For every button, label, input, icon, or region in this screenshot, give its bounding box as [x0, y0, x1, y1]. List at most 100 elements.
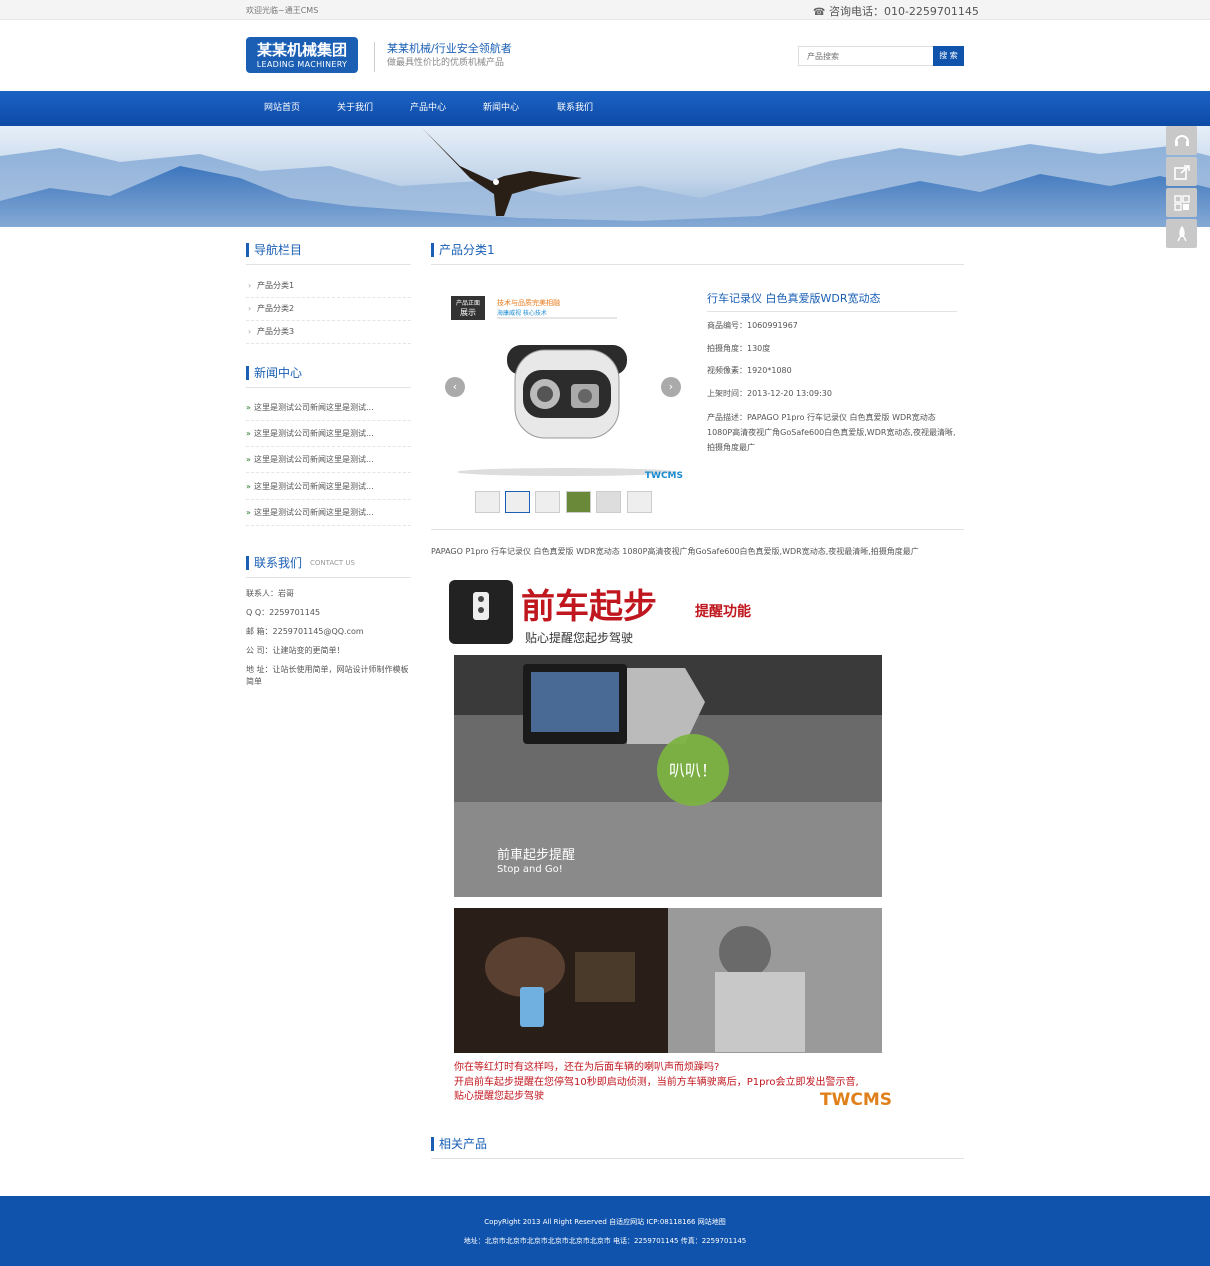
category-label: 产品分类1	[257, 281, 295, 290]
news-item[interactable]: » 这里是测试公司新闻这里是测试...	[246, 395, 411, 421]
nav-item-home[interactable]: 网站首页	[264, 91, 300, 126]
contact-address: 地 址：让站长使用简单，网站设计师制作模板简单	[246, 665, 409, 686]
header: 某某机械集团 LEADING MACHINERY 某某机械/行业安全领航者 做最…	[0, 20, 1210, 91]
sidebar-item-category3[interactable]: › 产品分类3	[246, 320, 411, 344]
top-bar: 欢迎光临~通王CMS ☎ 咨询电话：010-2259701145	[0, 0, 1210, 20]
thumbnail[interactable]	[596, 491, 621, 513]
main-title: 产品分类1	[431, 241, 964, 265]
hotline: ☎ 咨询电话：010-2259701145	[813, 3, 979, 19]
divider	[431, 529, 964, 530]
svg-text:前車起步提醒: 前車起步提醒	[497, 847, 575, 863]
thumbnail[interactable]	[475, 491, 500, 513]
main-title-text: 产品分类1	[439, 243, 495, 257]
product-name: 行车记录仪 白色真爱版WDR宽动态	[707, 292, 881, 305]
sidebar-item-category1[interactable]: › 产品分类1	[246, 274, 411, 298]
news-title: 这里是测试公司新闻这里是测试...	[254, 508, 374, 517]
logo-cn: 某某机械集团	[256, 41, 347, 59]
chevron-right-icon: ›	[248, 304, 252, 313]
welcome-text: 欢迎光临~通王CMS	[246, 6, 319, 15]
related-title-text: 相关产品	[439, 1137, 488, 1151]
sidebar-contact-title: 联系我们 CONTACT US	[246, 554, 411, 578]
product-code: 商品编号：1060991967	[707, 321, 798, 330]
bullet-icon: »	[246, 508, 251, 517]
related-title: 相关产品	[431, 1135, 964, 1159]
customer-service-icon[interactable]	[1166, 126, 1197, 155]
bullet-icon: »	[246, 403, 251, 412]
svg-text:贴心提醒您起步驾驶: 贴心提醒您起步驾驶	[525, 630, 633, 645]
sidebar-news-title: 新闻中心	[246, 364, 411, 388]
next-slide-button[interactable]: ›	[661, 377, 681, 397]
svg-text:Stop and Go!: Stop and Go!	[497, 864, 563, 875]
footer-copyright: CopyRight 2013 All Right Reserved 自适应网站 …	[484, 1218, 726, 1226]
svg-text:TWCMS: TWCMS	[645, 471, 683, 480]
feature-image: 前车起步 提醒功能 贴心提醒您起步驾驶 叭叭！ 前車起步提醒 Stop and …	[445, 572, 895, 1110]
hotline-text: 咨询电话：010-2259701145	[828, 5, 979, 18]
logo-en: LEADING MACHINERY	[256, 60, 348, 69]
thumbnail[interactable]	[505, 491, 530, 513]
news-title: 这里是测试公司新闻这里是测试...	[254, 482, 374, 491]
news-title: 这里是测试公司新闻这里是测试...	[254, 455, 374, 464]
product-image: 产品正面 展示 技术与品质完美相融 海康威视 核心技术 TWCMS	[437, 290, 691, 481]
qrcode-icon[interactable]	[1166, 188, 1197, 217]
nav-item-news[interactable]: 新闻中心	[483, 91, 519, 126]
nav-item-products[interactable]: 产品中心	[410, 91, 446, 126]
bullet-icon: »	[246, 429, 251, 438]
side-tools	[1166, 126, 1197, 250]
sidebar-contact-title-en: CONTACT US	[310, 559, 355, 567]
main-nav: 网站首页 关于我们 产品中心 新闻中心 联系我们	[0, 91, 1210, 126]
bullet-icon: »	[246, 482, 251, 491]
category-label: 产品分类3	[257, 327, 295, 336]
svg-text:展示: 展示	[460, 308, 476, 317]
news-item[interactable]: » 这里是测试公司新闻这里是测试...	[246, 500, 411, 526]
sidebar-item-category2[interactable]: › 产品分类2	[246, 297, 411, 321]
slogan-line2: 做最具性价比的优质机械产品	[387, 58, 505, 68]
slogan: 某某机械/行业安全领航者 做最具性价比的优质机械产品	[374, 42, 512, 72]
chevron-right-icon: ›	[668, 380, 674, 393]
svg-text:你在等红灯时有这样吗，还在为后面车辆的喇叭声而烦躁吗?: 你在等红灯时有这样吗，还在为后面车辆的喇叭声而烦躁吗?	[454, 1060, 719, 1073]
prev-slide-button[interactable]: ‹	[445, 377, 465, 397]
nav-item-about[interactable]: 关于我们	[337, 91, 373, 126]
chevron-right-icon: ›	[248, 281, 252, 290]
product-summary: PAPAGO P1pro 行车记录仪 白色真爱版 WDR宽动态 1080P高清夜…	[431, 547, 919, 556]
contact-person: 联系人：岩哥	[246, 589, 294, 598]
sidebar-nav-title-text: 导航栏目	[254, 243, 303, 257]
contact-company: 公 司：让建站变的更简单！	[246, 646, 345, 655]
footer: CopyRight 2013 All Right Reserved 自适应网站 …	[0, 1196, 1210, 1266]
chevron-left-icon: ‹	[452, 380, 458, 393]
news-title: 这里是测试公司新闻这里是测试...	[254, 429, 374, 438]
contact-qq: Q Q：2259701145	[246, 608, 321, 617]
product-date: 上架时间：2013-12-20 13:09:30	[707, 389, 832, 398]
svg-text:开启前车起步提醒在您停驾10秒即启动侦测，当前方车辆驶离后，: 开启前车起步提醒在您停驾10秒即启动侦测，当前方车辆驶离后，P1pro会立即发出…	[454, 1075, 859, 1088]
logo[interactable]: 某某机械集团 LEADING MACHINERY	[246, 37, 358, 73]
category-label: 产品分类2	[257, 304, 295, 313]
back-to-top-icon[interactable]	[1166, 219, 1197, 248]
product-pixels: 视频像素：1920*1080	[707, 366, 792, 375]
banner	[0, 126, 1210, 227]
news-item[interactable]: » 这里是测试公司新闻这里是测试...	[246, 447, 411, 473]
bullet-icon: »	[246, 455, 251, 464]
share-icon[interactable]	[1166, 157, 1197, 186]
nav-item-contact[interactable]: 联系我们	[557, 91, 593, 126]
svg-text:产品正面: 产品正面	[456, 299, 480, 307]
sidebar-news-title-text: 新闻中心	[254, 366, 303, 380]
product-desc: 产品描述：PAPAGO P1pro 行车记录仪 白色真爱版 WDR宽动态 108…	[707, 413, 956, 452]
news-item[interactable]: » 这里是测试公司新闻这里是测试...	[246, 474, 411, 500]
svg-text:贴心提醒您起步驾驶: 贴心提醒您起步驾驶	[454, 1089, 544, 1102]
contact-email: 邮 箱：2259701145@QQ.com	[246, 627, 364, 636]
thumbnail[interactable]	[535, 491, 560, 513]
svg-text:海康威视 核心技术: 海康威视 核心技术	[497, 309, 547, 317]
footer-address: 地址：北京市北京市北京市北京市北京市北京市 电话：2259701145 传真：2…	[463, 1237, 747, 1245]
thumbnail[interactable]	[566, 491, 591, 513]
search-input[interactable]	[798, 46, 934, 66]
chevron-right-icon: ›	[248, 327, 252, 336]
phone-icon: ☎	[813, 7, 826, 18]
thumbnail[interactable]	[627, 491, 652, 513]
svg-text:TWCMS: TWCMS	[820, 1090, 892, 1107]
banner-image	[0, 128, 1210, 227]
news-item[interactable]: » 这里是测试公司新闻这里是测试...	[246, 421, 411, 447]
sidebar-contact-title-text: 联系我们	[254, 556, 303, 570]
product-angle: 拍摄角度：130度	[707, 344, 771, 353]
svg-text:叭叭！: 叭叭！	[669, 761, 717, 780]
slogan-line1: 某某机械/行业安全领航者	[387, 42, 512, 55]
search-button[interactable]: 搜 索	[933, 46, 964, 66]
